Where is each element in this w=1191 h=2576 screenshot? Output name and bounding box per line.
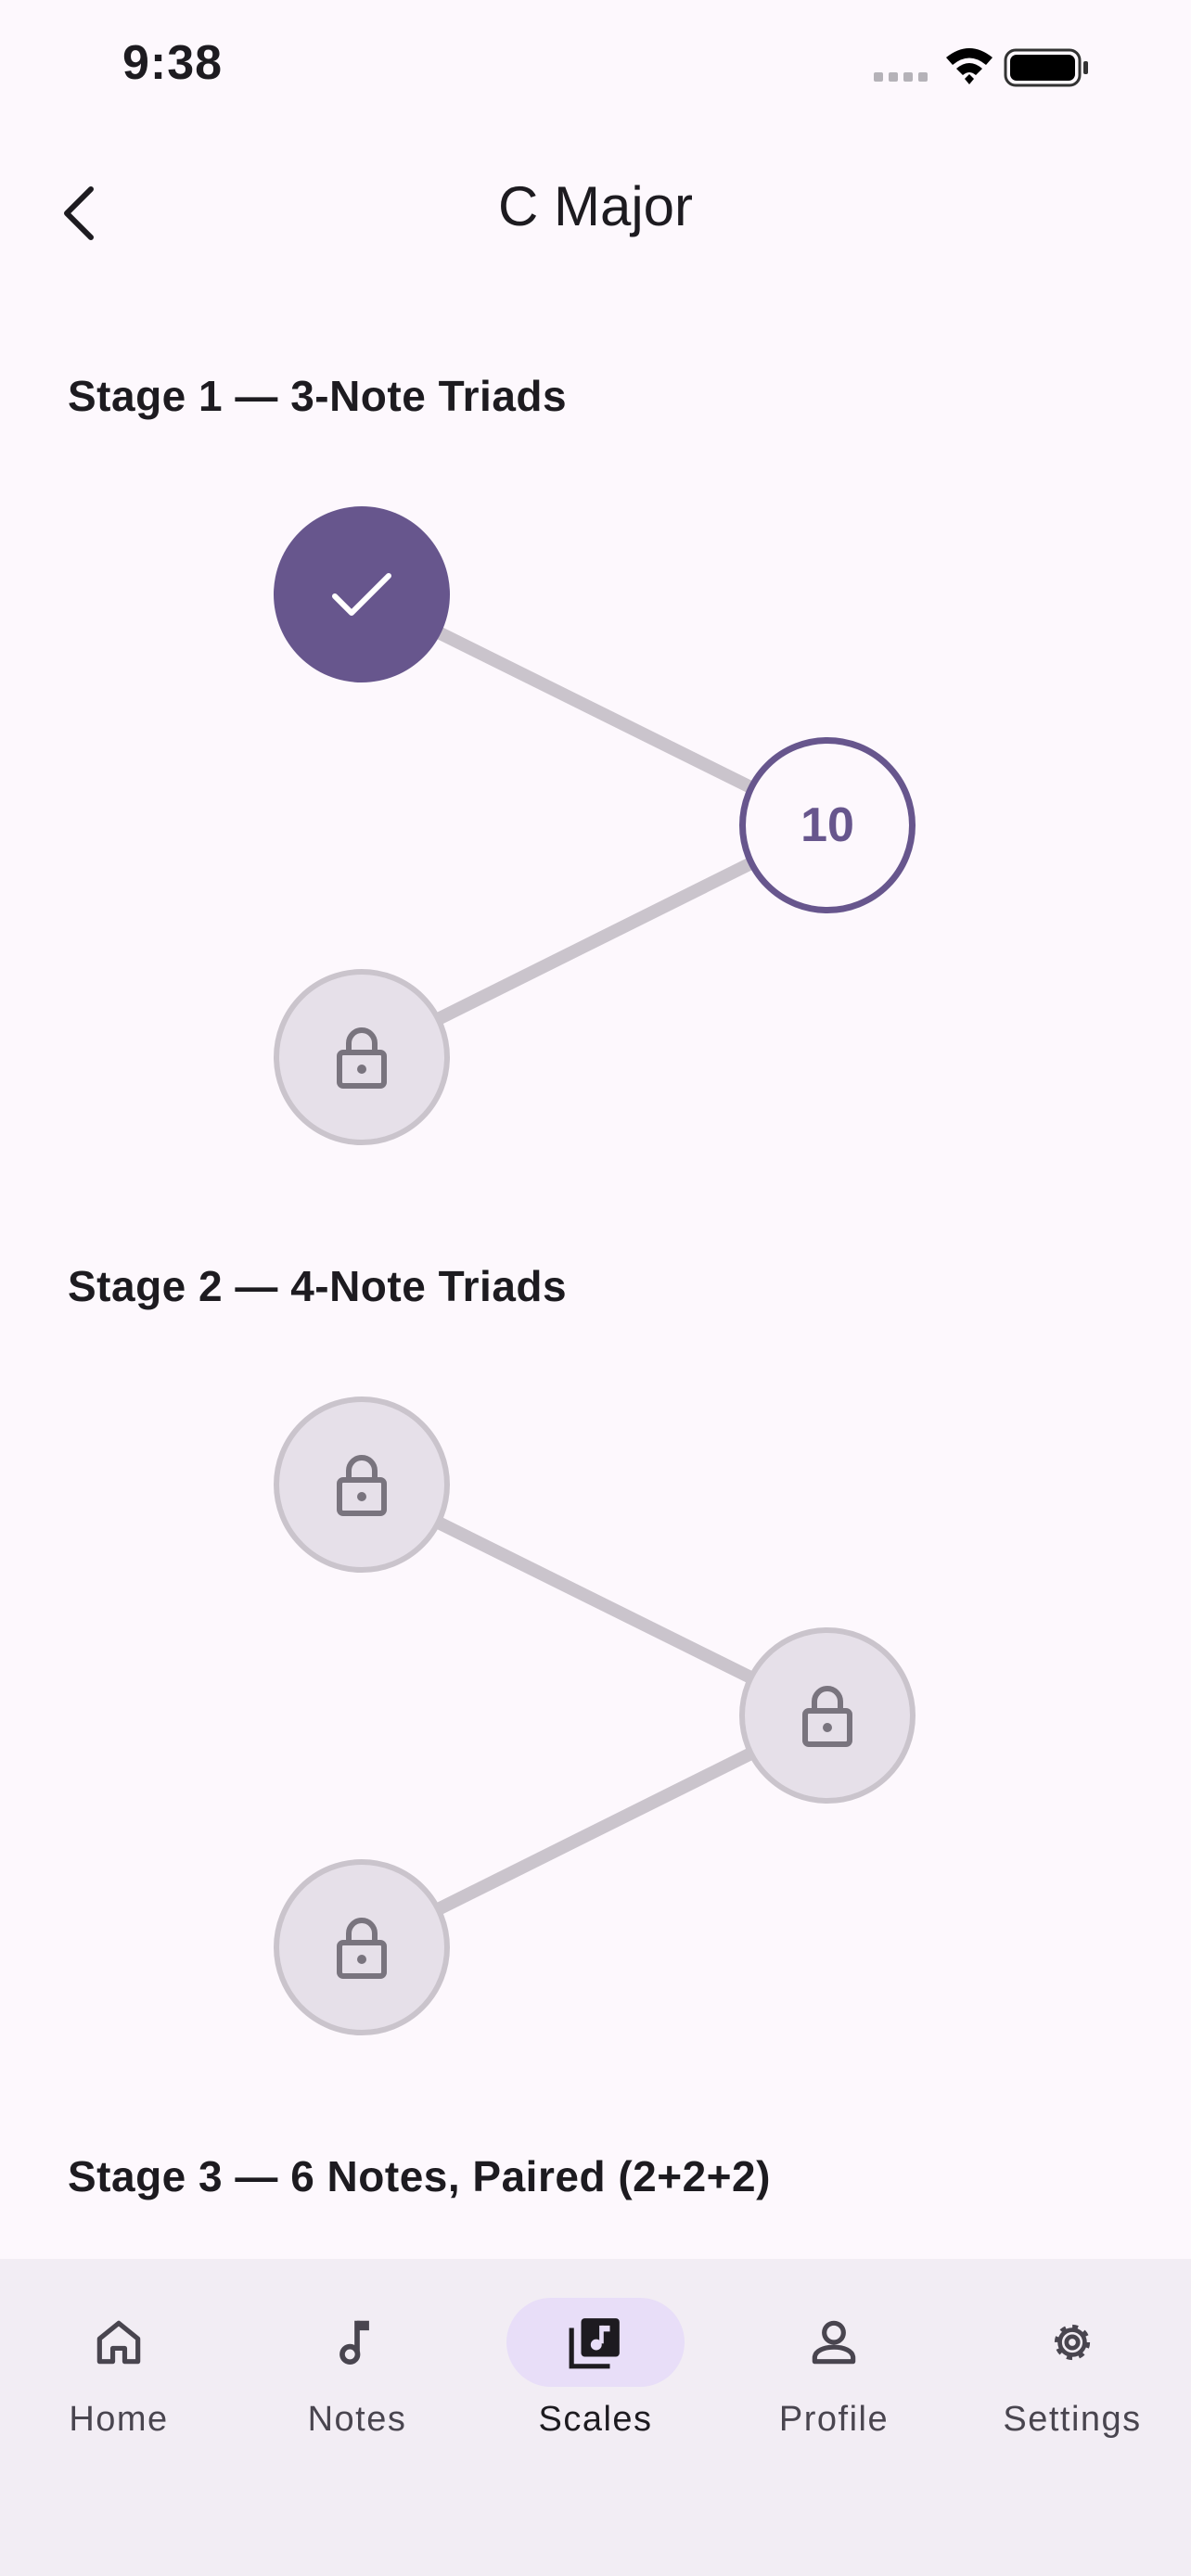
lock-icon [337, 1027, 387, 1089]
check-icon [332, 573, 391, 616]
stage-2-path [358, 1478, 831, 1954]
library-music-icon [569, 2318, 620, 2369]
stage-1-node-1-completed[interactable] [274, 506, 450, 682]
lock-icon [337, 1918, 387, 1979]
nav-item-settings[interactable]: Settings [954, 2259, 1191, 2472]
cellular-signal-icon [874, 72, 928, 82]
nav-item-profile[interactable]: Profile [715, 2259, 953, 2472]
status-icons [874, 48, 1088, 87]
nav-item-scales[interactable]: Scales [477, 2259, 714, 2472]
nav-label-scales: Scales [538, 2400, 653, 2439]
stage-2-title: Stage 2 — 4-Note Triads [68, 1262, 568, 1310]
nav-pill-scales-active [506, 2298, 685, 2387]
stage-2-node-3-locked[interactable] [274, 1859, 450, 2035]
nav-item-home[interactable]: Home [0, 2259, 237, 2472]
nav-label-settings: Settings [1003, 2400, 1142, 2439]
node-progress-count: 10 [800, 798, 854, 852]
nav-pill-settings [983, 2298, 1161, 2387]
nav-label-home: Home [69, 2400, 169, 2439]
stage-3-title: Stage 3 — 6 Notes, Paired (2+2+2) [68, 2152, 771, 2200]
stage-1-node-2-current[interactable]: 10 [739, 737, 916, 913]
wifi-icon [946, 48, 992, 84]
nav-pill-profile [745, 2298, 923, 2387]
nav-pill-notes [268, 2298, 446, 2387]
stage-2-node-1-locked[interactable] [274, 1396, 450, 1573]
status-bar: 9:38 [0, 0, 1191, 139]
lock-icon [802, 1686, 852, 1747]
nav-pill-home [30, 2298, 208, 2387]
stage-2-node-2-locked[interactable] [739, 1627, 916, 1804]
stage-1-node-3-locked[interactable] [274, 969, 450, 1145]
page-title: C Major [497, 175, 694, 237]
nav-label-notes: Notes [307, 2400, 407, 2439]
stage-1-title: Stage 1 — 3-Note Triads [68, 372, 568, 420]
home-icon [96, 2320, 141, 2365]
person-icon [812, 2320, 856, 2365]
gear-icon [1054, 2324, 1091, 2361]
nav-item-notes[interactable]: Notes [238, 2259, 476, 2472]
music-note-icon [339, 2320, 369, 2366]
status-time: 9:38 [122, 36, 224, 90]
app-bar: C Major [0, 139, 1191, 278]
nav-label-profile: Profile [778, 2400, 890, 2439]
bottom-navigation: Home Notes Scales Profile Settings [0, 2259, 1191, 2576]
stage-1-path [358, 588, 831, 1064]
battery-icon [1004, 48, 1088, 87]
lock-icon [337, 1455, 387, 1516]
